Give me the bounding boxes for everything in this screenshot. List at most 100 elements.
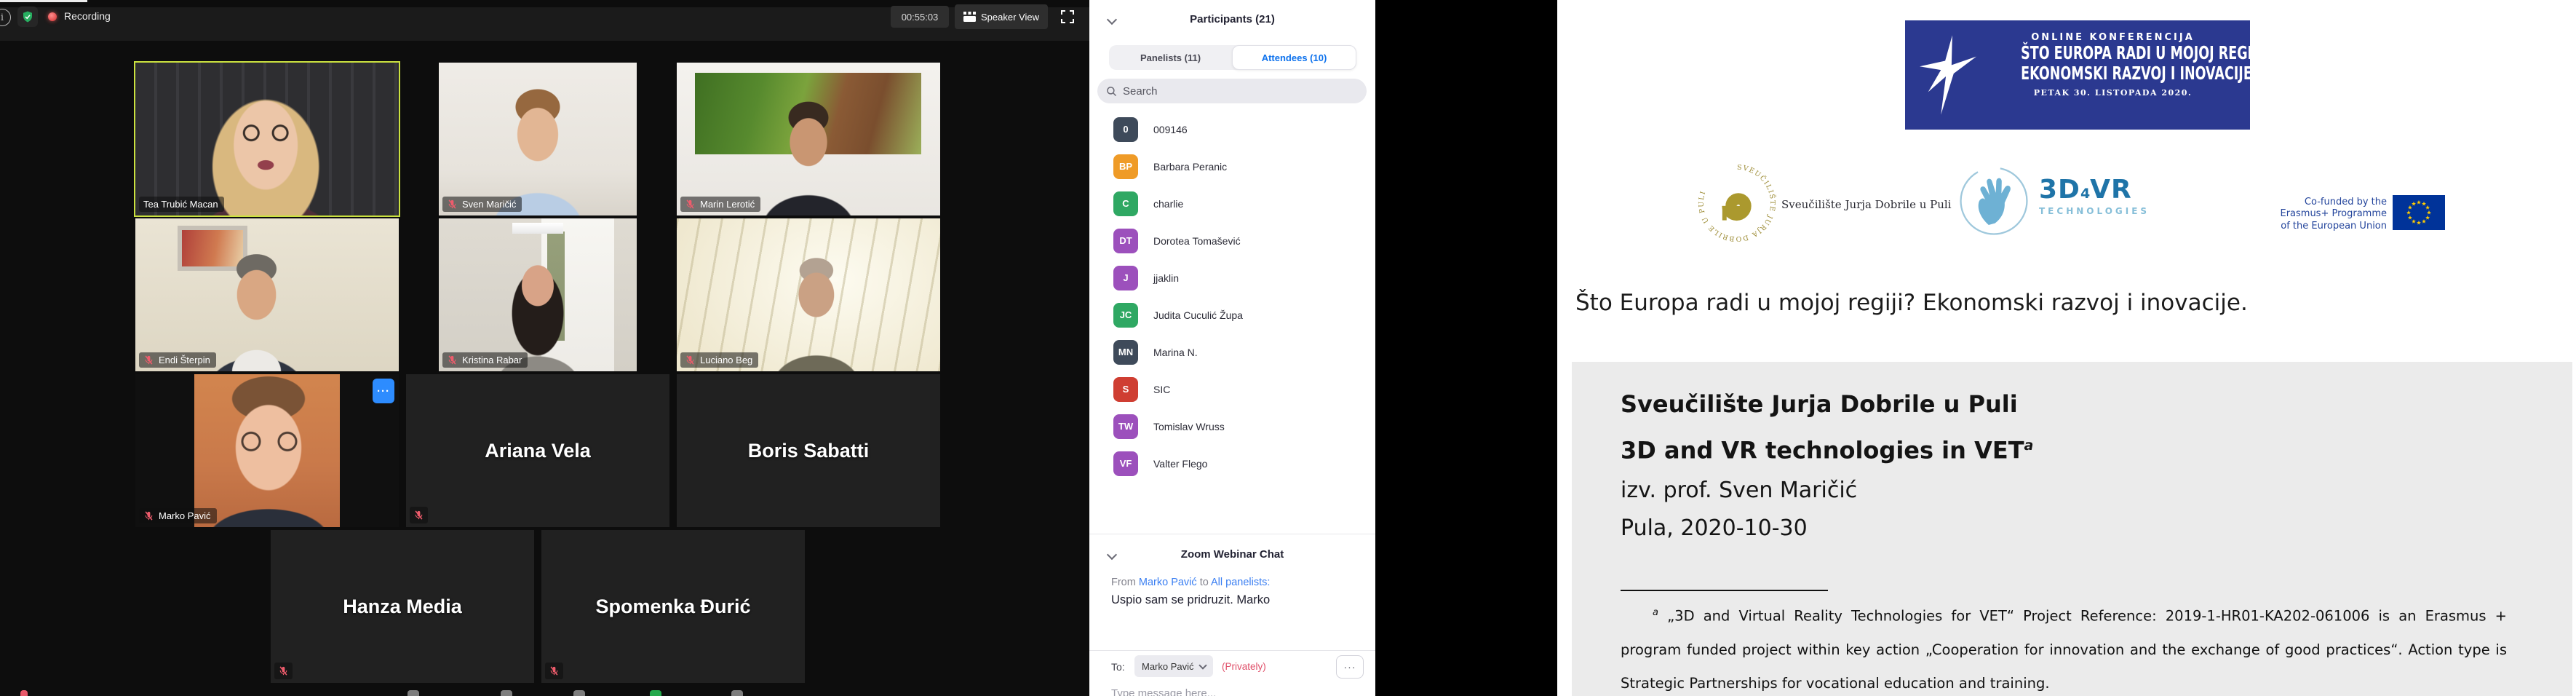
- participants-title: Participants (21): [1089, 13, 1375, 25]
- attendee-avatar: TW: [1113, 414, 1138, 439]
- attendee-avatar: J: [1113, 266, 1138, 290]
- video-tile[interactable]: Spomenka Đurić: [541, 530, 805, 683]
- attendee-row[interactable]: TW Tomislav Wruss: [1089, 408, 1375, 445]
- 3dvr-3d-text: 3D: [2039, 175, 2080, 205]
- chevron-down-icon: [1198, 661, 1206, 669]
- attendee-row[interactable]: MN Marina N.: [1089, 333, 1375, 371]
- participant-video: [135, 374, 399, 527]
- chat-toolbar-icon[interactable]: [573, 690, 585, 696]
- muted-mic-icon: [685, 355, 696, 365]
- attendee-row[interactable]: S SIC: [1089, 371, 1375, 408]
- participants-tabs: Panelists (11) Attendees (10): [1109, 45, 1356, 70]
- chat-sender-link[interactable]: Marko Pavić: [1139, 577, 1197, 588]
- meeting-timer: 00:55:03: [891, 6, 949, 28]
- attendee-avatar: DT: [1113, 229, 1138, 253]
- attendee-row[interactable]: 0 009146: [1089, 111, 1375, 148]
- muted-mic-icon: [413, 510, 424, 521]
- conference-star-logo-icon: [1920, 35, 1976, 115]
- attendee-row[interactable]: BP Barbara Peranic: [1089, 148, 1375, 185]
- chat-input-placeholder[interactable]: Type message here...: [1111, 687, 1216, 696]
- attendee-name: charlie: [1153, 198, 1183, 210]
- footnote-sup: a: [1653, 607, 1658, 618]
- participants-toolbar-icon[interactable]: [501, 690, 512, 696]
- search-icon: [1106, 86, 1117, 97]
- speaker-view-button[interactable]: Speaker View: [955, 4, 1048, 29]
- attendee-name: SIC: [1153, 384, 1170, 395]
- banner-line4: PETAK 30. LISTOPADA 2020.: [1981, 88, 2244, 98]
- muted-mic-icon: [447, 355, 458, 365]
- attendee-list: 0 009146 BP Barbara Peranic C charlie DT…: [1089, 111, 1375, 482]
- slide-title-block: Sveučilište Jurja Dobrile u Puli 3D and …: [1572, 362, 2572, 696]
- muted-mic-icon: [447, 199, 458, 210]
- 3dvr-tagline: TECHNOLOGIES: [2039, 206, 2150, 216]
- participant-video: [135, 218, 399, 371]
- participants-search-input[interactable]: Search: [1097, 79, 1367, 103]
- chat-to-label: To:: [1111, 661, 1125, 673]
- video-tile[interactable]: Ariana Vela: [406, 374, 669, 527]
- attendee-avatar: C: [1113, 191, 1138, 216]
- fullscreen-icon: [1060, 9, 1075, 24]
- eu-flag-icon: [2393, 195, 2445, 230]
- chat-divider: [1089, 650, 1375, 651]
- video-tile[interactable]: Tea Trubić Macan: [135, 63, 399, 215]
- attendee-row[interactable]: C charlie: [1089, 185, 1375, 222]
- fullscreen-button[interactable]: [1060, 9, 1076, 25]
- video-tile[interactable]: Hanza Media: [271, 530, 534, 683]
- bottom-toolbar-hint: [0, 687, 1089, 696]
- attendee-row[interactable]: JC Judita Cuculić Župa: [1089, 296, 1375, 333]
- attendee-avatar: JC: [1113, 303, 1138, 328]
- title-presenter: izv. prof. Sven Maričić: [1621, 472, 2033, 510]
- tile-name-badge: Tea Trubić Macan: [139, 197, 224, 212]
- chat-privacy-label: (Privately): [1222, 661, 1266, 672]
- attendee-avatar: MN: [1113, 340, 1138, 365]
- tile-more-button[interactable]: ···: [373, 379, 394, 403]
- video-tile[interactable]: Kristina Rabar: [439, 218, 637, 371]
- video-tile[interactable]: Boris Sabatti: [677, 374, 940, 527]
- tile-name-badge: Marin Lerotić: [680, 197, 760, 212]
- tab-attendees[interactable]: Attendees (10): [1232, 45, 1356, 70]
- attendee-name: 009146: [1153, 124, 1188, 135]
- join-audio-icon[interactable]: [20, 690, 28, 696]
- video-tile[interactable]: Marko Pavić ···: [135, 374, 399, 527]
- muted-mic-icon: [143, 510, 154, 521]
- participant-name-label: Spomenka Đurić: [541, 530, 805, 683]
- tile-name-badge: [545, 663, 563, 679]
- recording-label: Recording: [64, 10, 111, 22]
- attendee-avatar: VF: [1113, 451, 1138, 476]
- chat-recipient-dropdown[interactable]: Marko Pavić: [1134, 655, 1213, 677]
- security-shield-button[interactable]: [17, 7, 38, 27]
- participant-video: [135, 63, 399, 215]
- participant-name: Marko Pavić: [159, 510, 211, 521]
- participant-video: [677, 63, 940, 215]
- chat-recipient-value: Marko Pavić: [1142, 661, 1194, 672]
- attendee-row[interactable]: J jjaklin: [1089, 259, 1375, 296]
- shared-slide: ONLINE KONFERENCIJA ŠTO EUROPA RADI U MO…: [1557, 0, 2576, 696]
- video-tile[interactable]: Endi Šterpin: [135, 218, 399, 371]
- muted-mic-icon: [685, 199, 696, 210]
- 3dvr-hand-logo: [1957, 165, 2030, 237]
- chat-composer: To: Marko Pavić (Privately) ···: [1089, 655, 1375, 683]
- window-title-clipped: Zoom Webinar: [0, 0, 87, 2]
- attendee-name: Barbara Peranic: [1153, 161, 1227, 173]
- chat-more-button[interactable]: ···: [1336, 655, 1364, 679]
- share-screen-toolbar-icon[interactable]: [650, 690, 661, 696]
- record-toolbar-icon[interactable]: [731, 690, 743, 696]
- attendee-row[interactable]: DT Dorotea Tomašević: [1089, 222, 1375, 259]
- tab-panelists[interactable]: Panelists (11): [1109, 45, 1232, 70]
- video-tile[interactable]: Marin Lerotić: [677, 63, 940, 215]
- participant-video: [677, 218, 940, 371]
- video-tile[interactable]: Luciano Beg: [677, 218, 940, 371]
- chat-message-meta: From Marko Pavić to All panelists:: [1111, 577, 1270, 588]
- tile-name-badge: Kristina Rabar: [442, 352, 528, 368]
- chat-title: Zoom Webinar Chat: [1089, 548, 1375, 561]
- footnote-rule: [1621, 590, 1828, 591]
- attendee-row[interactable]: VF Valter Flego: [1089, 445, 1375, 482]
- search-placeholder: Search: [1123, 85, 1158, 98]
- title-date-place: Pula, 2020-10-30: [1621, 510, 2033, 547]
- footnote-marker: a: [2024, 438, 2034, 454]
- security-toolbar-icon[interactable]: [408, 690, 419, 696]
- title-topic: 3D and VR technologies in VETa: [1621, 425, 2033, 472]
- video-tile[interactable]: Sven Maričić: [439, 63, 637, 215]
- participant-name: Sven Maričić: [462, 199, 516, 210]
- chat-recipient-link[interactable]: All panelists:: [1211, 577, 1270, 588]
